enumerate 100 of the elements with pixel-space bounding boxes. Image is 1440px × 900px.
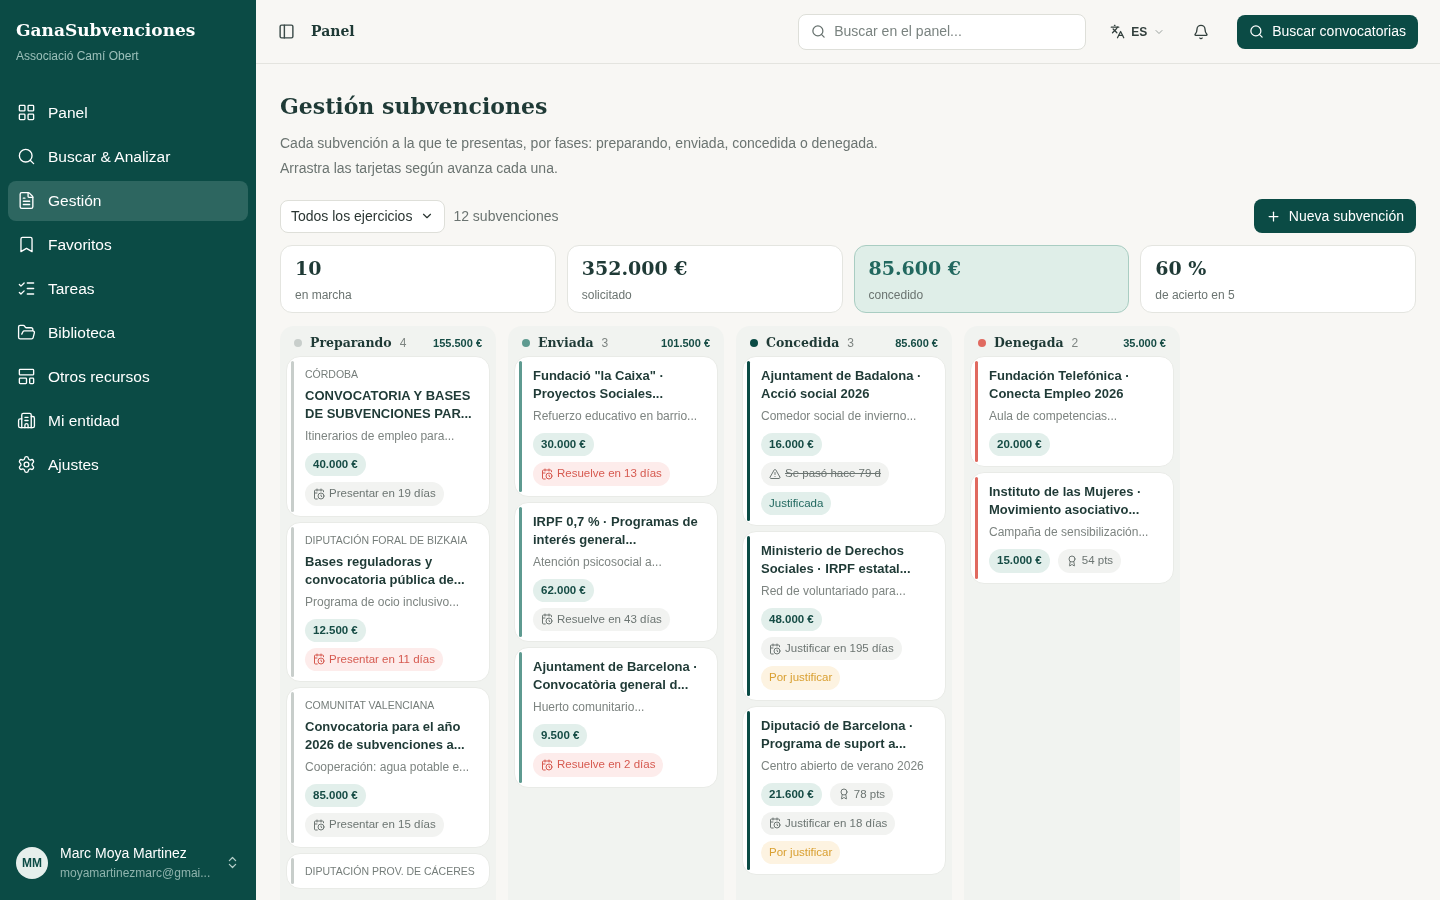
language-selector[interactable]: ES — [1110, 22, 1166, 41]
calendar-icon — [313, 487, 325, 500]
search-field[interactable]: Buscar en el panel... — [798, 13, 1087, 50]
page-title: Gestión subvenciones — [280, 92, 549, 121]
points-tag: 54 pts — [1057, 549, 1122, 573]
grant-title: IRPF 0,7 % · Programas de interés general... — [533, 512, 699, 549]
document-icon — [17, 191, 36, 210]
column-title: Concedida — [766, 333, 840, 352]
amount-tag: 20.000 € — [989, 433, 1050, 457]
deadline-tag: Resuelve en 43 días — [533, 607, 670, 631]
amount-tag: 85.000 € — [305, 784, 366, 808]
column-count: 2 — [1071, 335, 1079, 352]
sidebar-item[interactable]: Ajustes — [8, 444, 248, 485]
bookmark-icon — [17, 235, 36, 254]
column-total: 101.500 € — [661, 335, 710, 351]
grant-card[interactable]: CÓRDOBA CONVOCATORIA Y BASES DE SUBVENCIONES PAR... Itinerarios de empleo para... 40.000 € Presentar en 19 días — [286, 356, 490, 517]
grant-description: Aula de competencias... — [989, 408, 1119, 425]
layout-icon — [17, 367, 36, 386]
sidebar-item[interactable]: Mi entidad — [8, 400, 248, 441]
calendar-icon — [769, 642, 781, 655]
sidebar-item[interactable]: Gestión — [8, 180, 248, 221]
grant-count: 12 subvenciones — [453, 206, 559, 226]
award-icon — [837, 788, 850, 801]
deadline-tag: Presentar en 11 días — [305, 647, 443, 671]
grant-card[interactable]: COMUNITAT VALENCIANA Convocatoria para el año 2026 de subvenciones a... Cooperación: agua potable e... 85.000 € Presentar en 15 días — [286, 687, 490, 848]
stat-value: 352.000 € — [581, 255, 689, 281]
stat-value: 60 % — [1155, 255, 1208, 281]
phase-stripe — [291, 857, 294, 884]
translate-icon — [1110, 24, 1126, 39]
sidebar-item[interactable]: Buscar & Analizar — [8, 136, 248, 177]
user-avatar: MM — [16, 846, 48, 879]
stat-value: 10 — [295, 255, 323, 281]
brand-name: GanaSubvenciones — [16, 19, 197, 42]
grant-description: Red de voluntariado para... — [761, 582, 907, 600]
grant-title: Convocatoria para el año 2026 de subvenciones a... — [305, 718, 466, 754]
grant-description: Centro abierto de verano 2026 — [761, 757, 925, 775]
deadline-tag: Resuelve en 13 días — [533, 462, 670, 486]
sidebar-item[interactable]: Tareas — [8, 268, 248, 309]
region-label: CÓRDOBA — [305, 367, 360, 381]
calendar-icon — [541, 758, 553, 771]
year-filter[interactable]: Todos los ejercicios — [280, 199, 446, 233]
grant-title: Fundació "la Caixa" · Proyectos Sociales... — [533, 367, 665, 403]
grant-card[interactable]: Instituto de las Mujeres · Movimiento asociativo... Campaña de sensibilización... 15.000 € 54 pts — [970, 472, 1174, 584]
grant-description: Refuerzo educativo en barrio... — [533, 408, 699, 425]
grant-title: Ajuntament de Badalona · Acció social 2026 — [761, 367, 923, 403]
grant-card[interactable]: IRPF 0,7 % · Programas de interés general... Atención psicosocial a... 62.000 € Resuelve en 43 días — [514, 501, 718, 642]
grant-title: Ajuntament de Barcelona · Convocatòria general d... — [533, 658, 699, 694]
grant-card[interactable]: DIPUTACIÓN FORAL DE BIZKAIA Bases reguladoras y convocatoria pública de... Programa de ocio inclusivo... 12.500 € Presentar en 11 días — [286, 521, 490, 682]
deadline-tag: Se pasó hace 79 d — [761, 462, 889, 486]
column-title: Denegada — [994, 333, 1064, 352]
grant-title: Ministerio de Derechos Sociales · IRPF estatal... — [761, 541, 912, 578]
grant-description: Itinerarios de empleo para... — [305, 428, 456, 445]
stat-label: en marcha — [295, 287, 353, 305]
search-icon — [811, 24, 827, 39]
grant-card[interactable]: DIPUTACIÓN PROV. DE CÁCERES — [286, 852, 490, 889]
status-tag: Justificada — [761, 491, 832, 515]
stat-label: solicitado — [581, 287, 633, 305]
deadline-tag: Presentar en 15 días — [305, 813, 444, 837]
grant-card[interactable]: Ajuntament de Badalona · Acció social 2026 Comedor social de invierno... 16.000 € Se pasó hace 79 d Justificada — [742, 356, 946, 526]
column-title: Preparando — [310, 333, 392, 352]
grant-description: Huerto comunitario... — [533, 699, 646, 716]
search-calls-button[interactable]: Buscar convocatorias — [1237, 14, 1418, 49]
sidebar-toggle-icon[interactable] — [278, 23, 295, 40]
region-label: COMUNITAT VALENCIANA — [305, 698, 436, 712]
grant-card[interactable]: Diputació de Barcelona · Programa de suport a... Centro abierto de verano 2026 21.600 € 78 pts Justificar en 18 días Por justificar — [742, 705, 946, 876]
sidebar-item[interactable]: Biblioteca — [8, 312, 248, 353]
deadline-tag: Presentar en 19 días — [305, 482, 444, 506]
grant-card[interactable]: Ministerio de Derechos Sociales · IRPF estatal... Red de voluntariado para... 48.000 € Justificar en 195 días Por justificar — [742, 530, 946, 701]
grant-card[interactable]: Fundació "la Caixa" · Proyectos Sociales... Refuerzo educativo en barrio... 30.000 € Resuelve en 13 días — [514, 356, 718, 497]
stat-label: de acierto en 5 — [1155, 287, 1236, 305]
new-grant-button[interactable]: Nueva subvención — [1253, 199, 1416, 233]
search-input[interactable]: Buscar en el panel... — [834, 21, 1074, 42]
amount-tag: 40.000 € — [305, 453, 366, 477]
region-label: DIPUTACIÓN PROV. DE CÁCERES — [305, 863, 476, 878]
points-tag: 78 pts — [829, 782, 894, 806]
bell-icon[interactable] — [1193, 23, 1210, 40]
search-icon — [1249, 24, 1265, 39]
sidebar-item[interactable]: Favoritos — [8, 224, 248, 265]
sidebar-item[interactable]: Otros recursos — [8, 356, 248, 397]
column-title: Enviada — [538, 333, 594, 352]
grant-title: Instituto de las Mujeres · Movimiento asociativo... — [989, 483, 1143, 520]
grant-card[interactable]: Fundación Telefónica · Conecta Empleo 2026 Aula de competencias... 20.000 € — [970, 356, 1174, 468]
grant-title: Bases reguladoras y convocatoria pública de... — [305, 552, 466, 589]
grant-description: Atención psicosocial a... — [533, 553, 663, 571]
grant-card[interactable]: Ajuntament de Barcelona · Convocatòria general d... Huerto comunitario... 9.500 € Resuelve en 2 días — [514, 647, 718, 788]
grant-title: Fundación Telefónica · Conecta Empleo 2026 — [989, 367, 1131, 403]
user-email: moyamartinezmarc@gmai... — [60, 865, 212, 882]
amount-tag: 62.000 € — [533, 578, 594, 602]
amount-tag: 12.500 € — [305, 618, 366, 642]
folder-icon — [17, 323, 36, 342]
grant-title: CONVOCATORIA Y BASES DE SUBVENCIONES PAR... — [305, 387, 473, 423]
deadline-tag: Resuelve en 2 días — [533, 753, 664, 777]
sidebar-item[interactable]: Panel — [8, 92, 248, 133]
amount-tag: 9.500 € — [533, 724, 588, 748]
building-icon — [17, 411, 36, 430]
stat-value: 85.600 € — [868, 255, 963, 281]
amount-tag: 48.000 € — [761, 607, 822, 631]
column-total: 85.600 € — [895, 335, 938, 351]
stat-label: concedido — [868, 287, 925, 305]
grant-description: Comedor social de invierno... — [761, 408, 918, 425]
